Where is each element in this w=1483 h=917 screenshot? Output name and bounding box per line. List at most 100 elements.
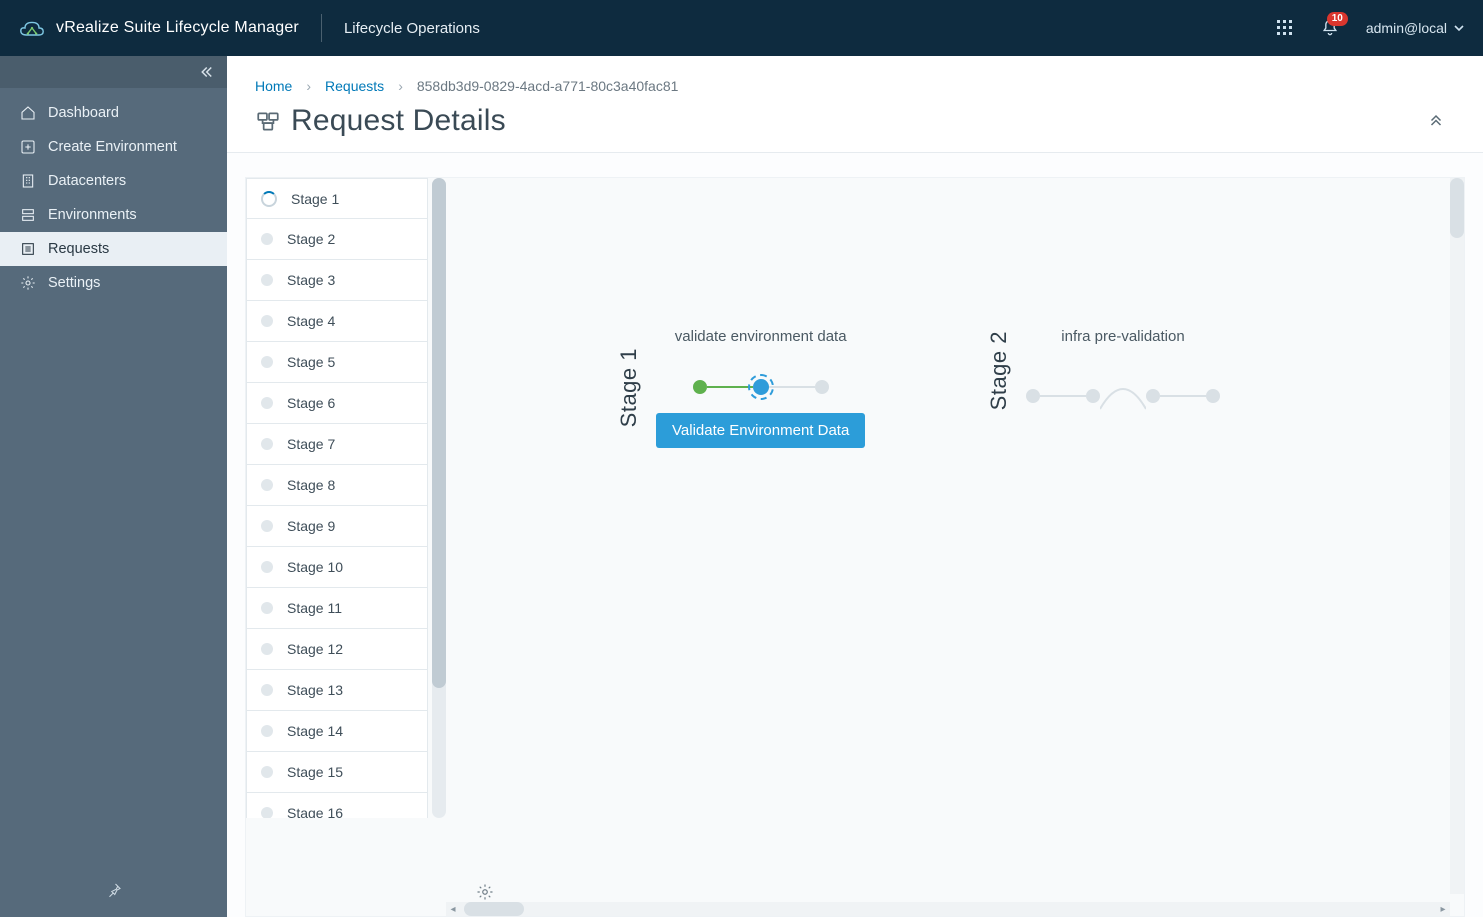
stage-list-item[interactable]: Stage 11	[246, 588, 428, 629]
stage-list-item[interactable]: Stage 14	[246, 711, 428, 752]
sidebar-item-label: Requests	[48, 241, 109, 257]
scroll-right-arrow[interactable]: ▸	[1436, 904, 1450, 915]
scrollbar-thumb[interactable]	[432, 178, 446, 688]
stage-label: Stage 14	[287, 723, 343, 739]
flow-node-pending[interactable]	[1086, 389, 1100, 403]
flow-canvas[interactable]: Stage 1 validate environment data Valida…	[446, 178, 1464, 916]
section-title[interactable]: Lifecycle Operations	[344, 20, 480, 37]
canvas-vertical-scrollbar[interactable]	[1450, 178, 1464, 894]
app-logo: vRealize Suite Lifecycle Manager	[18, 17, 299, 39]
list-icon	[20, 241, 36, 257]
flow-title: validate environment data	[675, 328, 847, 345]
stage-status-dot	[261, 356, 273, 368]
notifications-icon[interactable]: 10	[1320, 18, 1340, 38]
collapse-sidebar-icon[interactable]	[197, 63, 215, 81]
flow-node-pending[interactable]	[1146, 389, 1160, 403]
stage-list-item[interactable]: Stage 2	[246, 219, 428, 260]
stage-status-dot	[261, 766, 273, 778]
flow-arc	[1100, 379, 1146, 413]
notification-badge: 10	[1327, 12, 1348, 26]
sidebar-item-requests[interactable]: Requests	[0, 232, 227, 266]
sidebar-item-label: Datacenters	[48, 173, 126, 189]
stage-status-dot	[261, 684, 273, 696]
sidebar-item-label: Dashboard	[48, 105, 119, 121]
stage-status-dot	[261, 233, 273, 245]
sidebar-item-label: Settings	[48, 275, 100, 291]
flow-node-pending[interactable]	[1026, 389, 1040, 403]
stage-list-item[interactable]: Stage 8	[246, 465, 428, 506]
stage-status-dot	[261, 315, 273, 327]
flow-stage-1: Stage 1 validate environment data Valida…	[616, 328, 865, 448]
app-header: vRealize Suite Lifecycle Manager Lifecyc…	[0, 0, 1483, 56]
stage-list: Stage 1 Stage 2 Stage 3 Stage 4 Stage 5 Stage…	[246, 178, 428, 818]
flow-title: infra pre-validation	[1061, 328, 1184, 345]
sidebar-item-create-environment[interactable]: Create Environment	[0, 130, 227, 164]
scrollbar-thumb[interactable]	[1450, 178, 1464, 238]
page-header: Request Details	[227, 104, 1483, 153]
gear-icon	[476, 883, 494, 901]
sidebar-item-environments[interactable]: Environments	[0, 198, 227, 232]
flow-node-complete[interactable]	[693, 380, 707, 394]
stage-list-item[interactable]: Stage 12	[246, 629, 428, 670]
gear-icon	[20, 275, 36, 291]
flow-nodes	[1026, 379, 1220, 413]
stage-vertical-label: Stage 1	[616, 348, 642, 427]
stage-label: Stage 2	[287, 231, 335, 247]
stage-status-dot	[261, 725, 273, 737]
pin-icon[interactable]	[105, 881, 123, 899]
scrollbar-thumb[interactable]	[464, 902, 524, 916]
sidebar-item-datacenters[interactable]: Datacenters	[0, 164, 227, 198]
stage-list-item[interactable]: Stage 3	[246, 260, 428, 301]
sidebar-item-settings[interactable]: Settings	[0, 266, 227, 300]
stage-status-dot	[261, 520, 273, 532]
stage-list-item[interactable]: Stage 15	[246, 752, 428, 793]
user-menu[interactable]: admin@local	[1366, 20, 1465, 36]
stage-list-item[interactable]: Stage 16	[246, 793, 428, 818]
flow-node-pending[interactable]	[1206, 389, 1220, 403]
stage-list-item[interactable]: Stage 9	[246, 506, 428, 547]
flow-node-active[interactable]	[753, 379, 769, 395]
user-label: admin@local	[1366, 20, 1447, 36]
apps-grid-icon[interactable]	[1276, 19, 1294, 37]
content-area: Home › Requests › 858db3d9-0829-4acd-a77…	[227, 56, 1483, 917]
sidebar-item-dashboard[interactable]: Dashboard	[0, 96, 227, 130]
stage-status-dot	[261, 274, 273, 286]
stage-list-item[interactable]: Stage 1	[246, 178, 428, 219]
breadcrumb-requests[interactable]: Requests	[325, 78, 384, 94]
page-title: Request Details	[291, 104, 506, 138]
stage-list-item[interactable]: Stage 10	[246, 547, 428, 588]
stage-label: Stage 7	[287, 436, 335, 452]
stage-status-dot	[261, 397, 273, 409]
stage-label: Stage 13	[287, 682, 343, 698]
breadcrumb-current: 858db3d9-0829-4acd-a771-80c3a40fac81	[417, 78, 679, 94]
stage-list-item[interactable]: Stage 5	[246, 342, 428, 383]
app-title: vRealize Suite Lifecycle Manager	[56, 19, 299, 37]
stack-icon	[20, 207, 36, 223]
flow-stage-2: Stage 2 infra pre-validation	[986, 328, 1220, 413]
chevron-right-icon: ›	[398, 78, 403, 94]
stage-list-item[interactable]: Stage 6	[246, 383, 428, 424]
canvas-horizontal-scrollbar[interactable]: ◂ ▸	[446, 902, 1450, 916]
workspace: Stage 1 Stage 2 Stage 3 Stage 4 Stage 5 Stage…	[227, 153, 1483, 917]
flow-node-pending[interactable]	[815, 380, 829, 394]
header-actions: 10 admin@local	[1276, 18, 1465, 38]
sidebar-collapse-bar	[0, 56, 227, 88]
scroll-left-arrow[interactable]: ◂	[446, 904, 460, 915]
stage-status-dot	[261, 479, 273, 491]
stage-list-item[interactable]: Stage 7	[246, 424, 428, 465]
stage-label: Stage 4	[287, 313, 335, 329]
flow-edge	[1160, 395, 1206, 397]
stage-status-dot	[261, 438, 273, 450]
stage-list-item[interactable]: Stage 4	[246, 301, 428, 342]
stage-status-dot	[261, 643, 273, 655]
breadcrumb-home[interactable]: Home	[255, 78, 292, 94]
collapse-panel-button[interactable]	[1427, 110, 1455, 133]
stage-list-scrollbar[interactable]	[432, 178, 446, 818]
stage-label: Stage 5	[287, 354, 335, 370]
stage-list-item[interactable]: Stage 13	[246, 670, 428, 711]
canvas-settings-button[interactable]	[476, 883, 494, 906]
stage-status-dot	[261, 561, 273, 573]
validate-environment-button[interactable]: Validate Environment Data	[656, 413, 865, 448]
request-icon	[255, 108, 281, 134]
stage-label: Stage 9	[287, 518, 335, 534]
